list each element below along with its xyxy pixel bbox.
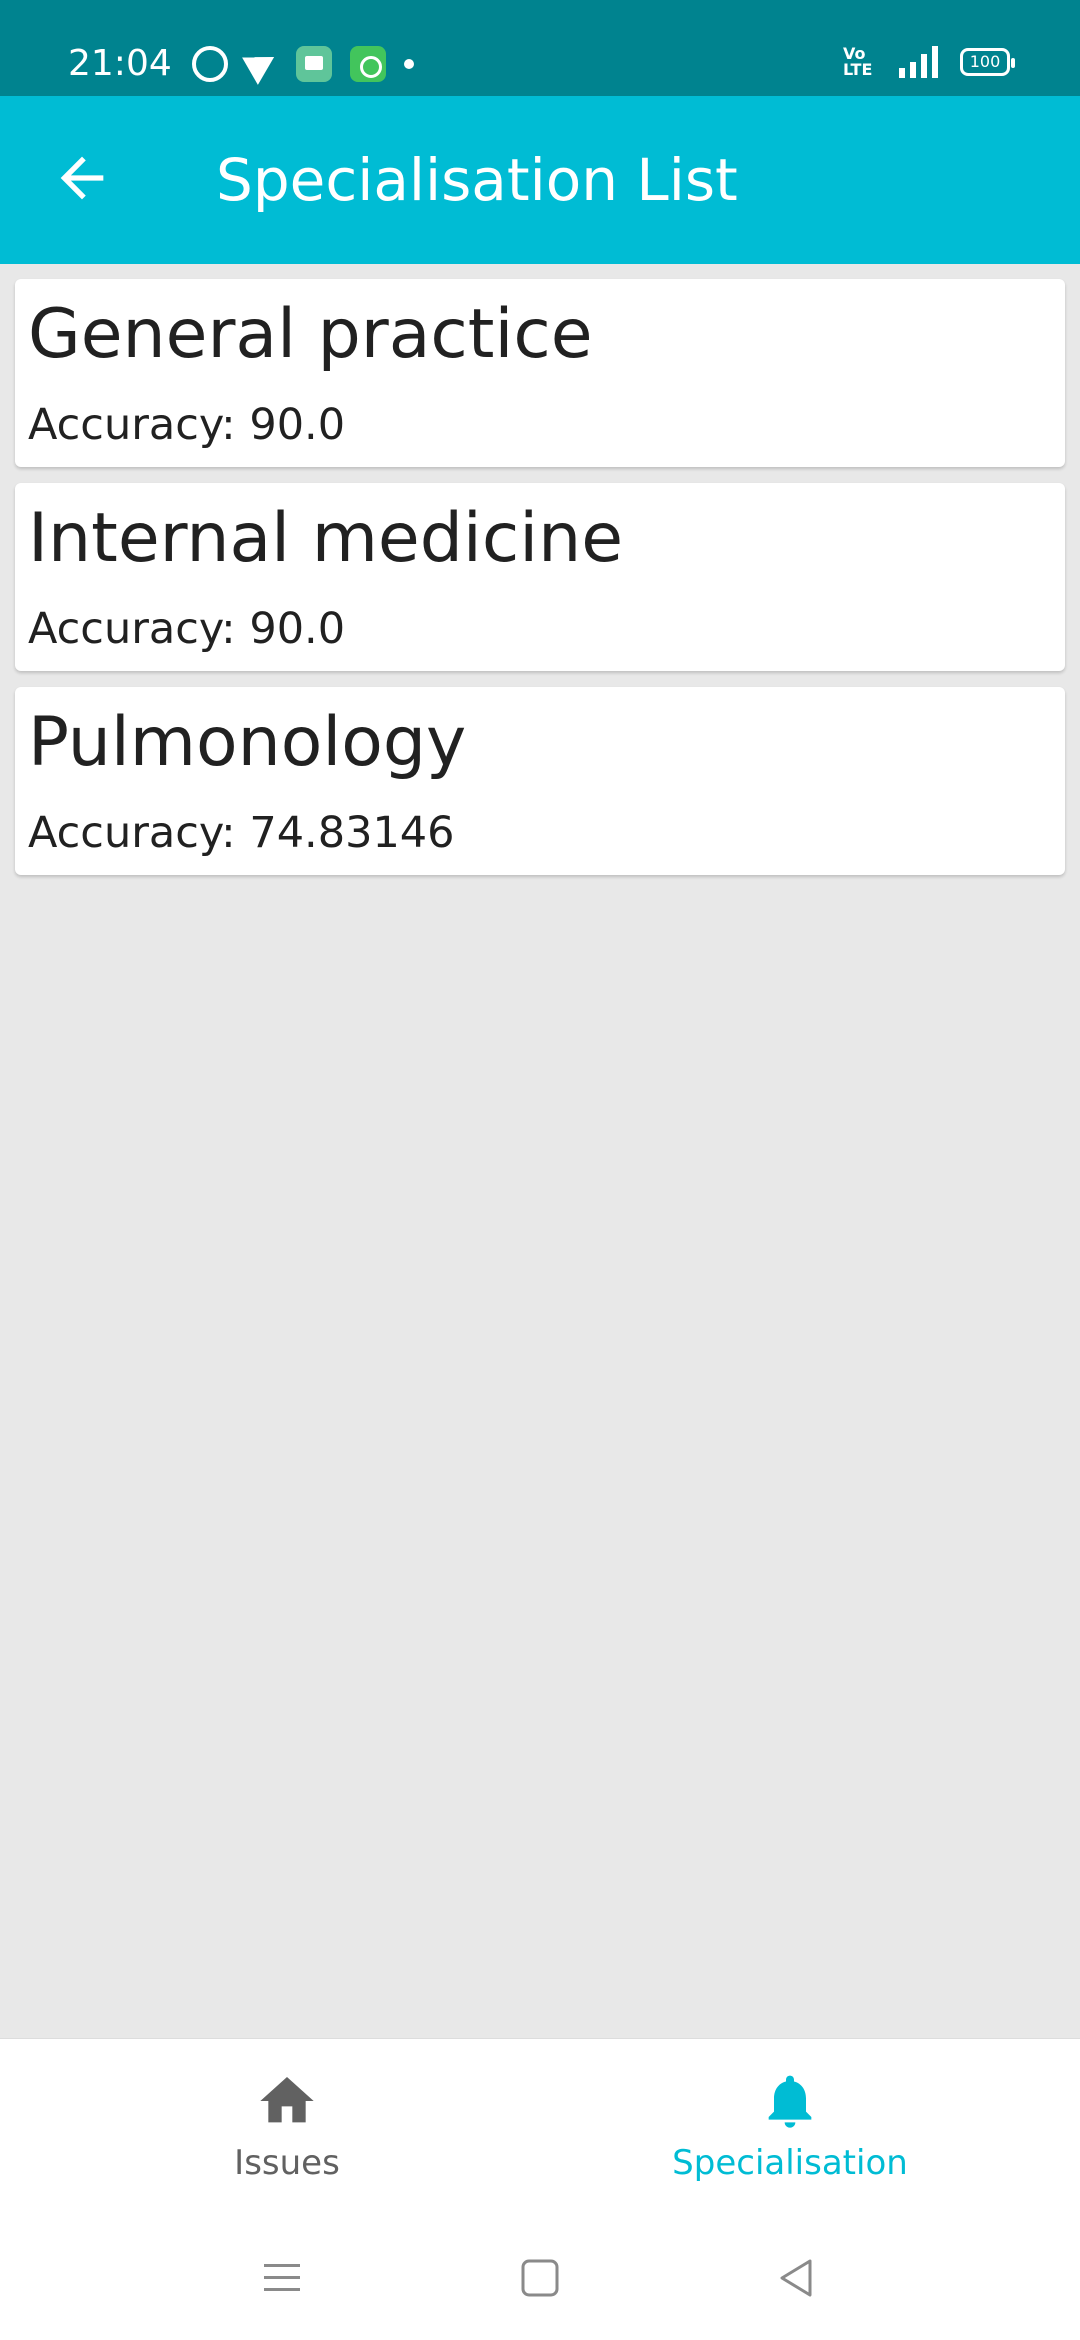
specialisation-name: General practice bbox=[28, 295, 593, 374]
list-item[interactable]: Internal medicine Accuracy: 90.0 bbox=[15, 483, 1065, 671]
nav-item-issues[interactable]: Issues bbox=[107, 2069, 467, 2183]
bell-icon bbox=[768, 2075, 812, 2128]
list-item[interactable]: General practice Accuracy: 90.0 bbox=[15, 279, 1065, 467]
more-notifications-dot-icon bbox=[404, 59, 414, 69]
specialisation-accuracy: Accuracy: 90.0 bbox=[28, 400, 346, 450]
bottom-navigation: Issues Specialisation bbox=[0, 2038, 1080, 2218]
nav-label-issues: Issues bbox=[234, 2143, 340, 2183]
home-button[interactable] bbox=[518, 2256, 562, 2300]
telegram-icon bbox=[241, 43, 283, 85]
notification-icons bbox=[192, 43, 414, 85]
specialisation-name: Pulmonology bbox=[28, 703, 467, 782]
volte-icon: Vo LTE bbox=[843, 44, 873, 79]
messages-icon bbox=[296, 46, 332, 82]
app-notification-icon bbox=[350, 46, 386, 82]
specialisation-name: Internal medicine bbox=[28, 499, 624, 578]
menu-icon bbox=[264, 2264, 300, 2291]
specialisation-accuracy: Accuracy: 74.83146 bbox=[28, 808, 455, 858]
status-bar: 21:04 Vo LTE 100 bbox=[0, 0, 1080, 96]
square-icon bbox=[521, 2259, 559, 2297]
signal-icon bbox=[899, 46, 938, 78]
nav-item-specialisation[interactable]: Specialisation bbox=[610, 2069, 970, 2183]
battery-icon: 100 bbox=[960, 48, 1015, 76]
app-bar: Specialisation List bbox=[0, 96, 1080, 264]
status-time: 21:04 bbox=[68, 43, 172, 84]
arrow-back-icon bbox=[60, 156, 104, 200]
home-icon bbox=[260, 2077, 314, 2123]
system-navigation-bar bbox=[0, 2218, 1080, 2340]
recent-apps-button[interactable] bbox=[260, 2256, 304, 2300]
specialisation-accuracy: Accuracy: 90.0 bbox=[28, 604, 346, 654]
page-title: Specialisation List bbox=[216, 146, 738, 214]
triangle-back-icon bbox=[780, 2259, 812, 2297]
whatsapp-icon bbox=[192, 46, 228, 82]
nav-label-specialisation: Specialisation bbox=[672, 2143, 908, 2183]
list-item[interactable]: Pulmonology Accuracy: 74.83146 bbox=[15, 687, 1065, 875]
back-nav-button[interactable] bbox=[774, 2256, 818, 2300]
back-button[interactable] bbox=[50, 146, 114, 210]
specialisation-list: General practice Accuracy: 90.0 Internal… bbox=[15, 279, 1065, 891]
system-status-icons: Vo LTE 100 bbox=[843, 44, 1015, 79]
